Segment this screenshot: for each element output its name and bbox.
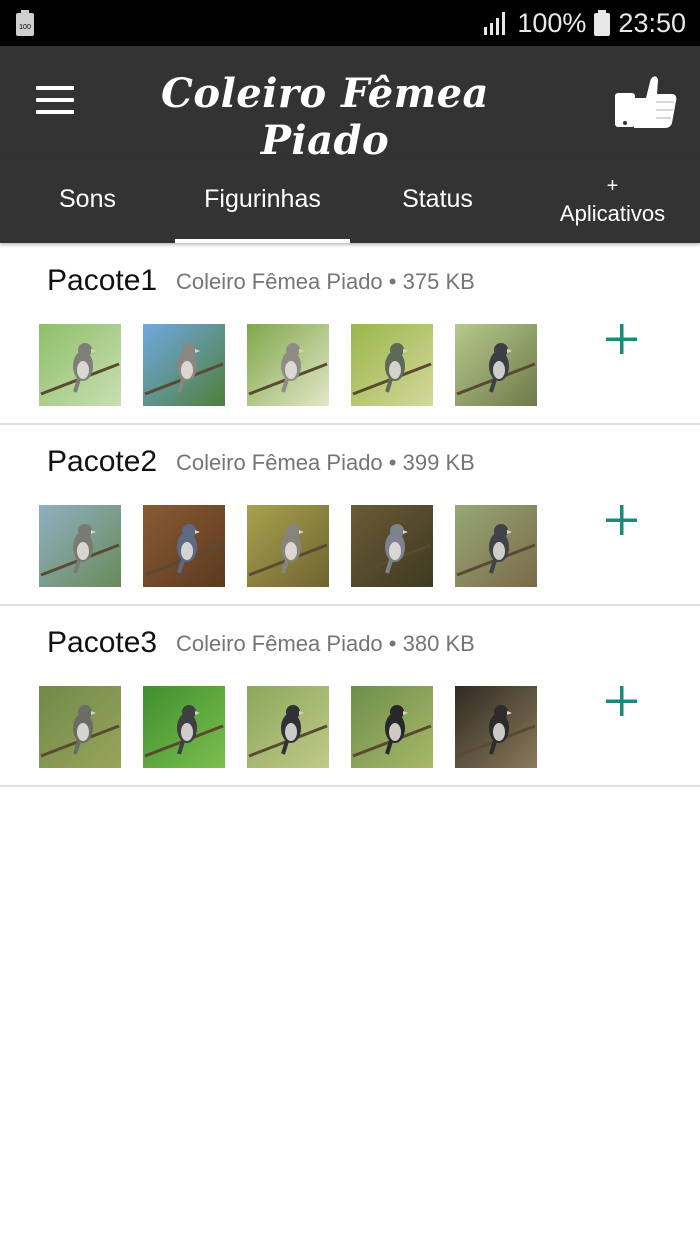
tab-aplicativos[interactable]: + Aplicativos	[525, 156, 700, 243]
bird-image	[455, 324, 537, 406]
app-title: Coleiro Fêmea Piado	[161, 70, 489, 164]
pack-name: Pacote3	[47, 626, 158, 659]
bird-image	[143, 505, 225, 587]
sticker-thumbnail	[351, 686, 433, 768]
sticker-thumbnail	[351, 505, 433, 587]
status-bar: 100 100% 23:50	[0, 0, 700, 46]
svg-text:100: 100	[19, 24, 31, 31]
clock: 23:50	[618, 7, 686, 38]
sticker-thumbnail	[39, 505, 121, 587]
sticker-thumbnail	[455, 686, 537, 768]
pack-size: 380 KB	[402, 631, 475, 656]
hamburger-menu-icon	[36, 86, 74, 90]
pack-meta: Coleiro Fêmea Piado • 380 KB	[176, 631, 475, 657]
plus-icon	[606, 686, 637, 716]
menu-line	[36, 98, 74, 102]
tab-label: Aplicativos	[559, 200, 666, 226]
bird-image	[351, 324, 433, 406]
sticker-thumbnail	[247, 505, 329, 587]
pack-name: Pacote1	[47, 264, 158, 297]
battery-icon	[594, 10, 611, 36]
battery-saver-icon: 100	[16, 10, 34, 36]
tab-label: Status	[402, 185, 473, 213]
tab-bar: Sons Figurinhas Status + Aplicativos	[0, 156, 700, 243]
add-pack-button[interactable]	[600, 318, 644, 362]
sticker-thumbnails	[39, 505, 537, 587]
sticker-thumbnail	[143, 686, 225, 768]
sticker-pack-row[interactable]: Pacote3 Coleiro Fêmea Piado • 380 KB	[0, 606, 700, 787]
sticker-thumbnails	[39, 324, 537, 406]
sticker-pack-row[interactable]: Pacote1 Coleiro Fêmea Piado • 375 KB	[0, 244, 700, 425]
menu-line	[36, 110, 74, 114]
sticker-thumbnail	[39, 686, 121, 768]
plus-icon: +	[606, 174, 619, 197]
signal-icon	[484, 12, 506, 35]
sticker-thumbnail	[247, 686, 329, 768]
sticker-thumbnail	[143, 505, 225, 587]
plus-icon	[606, 324, 637, 354]
sticker-thumbnail	[455, 324, 537, 406]
like-button[interactable]	[612, 68, 678, 134]
pack-size: 399 KB	[402, 450, 475, 475]
bird-image	[39, 686, 121, 768]
pack-size: 375 KB	[402, 269, 475, 294]
plus-icon	[606, 505, 637, 535]
tab-figurinhas[interactable]: Figurinhas	[175, 156, 350, 243]
pack-author: Coleiro Fêmea Piado	[176, 269, 383, 294]
bird-image	[143, 324, 225, 406]
bird-image	[247, 686, 329, 768]
bird-image	[39, 505, 121, 587]
tab-label: Figurinhas	[204, 185, 321, 213]
bird-image	[39, 324, 121, 406]
status-right: 100% 23:50	[483, 6, 686, 40]
tab-sons[interactable]: Sons	[0, 156, 175, 243]
pack-author: Coleiro Fêmea Piado	[176, 631, 383, 656]
bird-image	[351, 686, 433, 768]
sticker-thumbnail	[455, 505, 537, 587]
sticker-thumbnail	[247, 324, 329, 406]
menu-button[interactable]	[36, 86, 74, 116]
bird-image	[455, 686, 537, 768]
pack-meta: Coleiro Fêmea Piado • 375 KB	[176, 269, 475, 295]
pack-author: Coleiro Fêmea Piado	[176, 450, 383, 475]
sticker-pack-list: Pacote1 Coleiro Fêmea Piado • 375 KB Pac…	[0, 244, 700, 787]
bird-image	[455, 505, 537, 587]
sticker-thumbnail	[39, 324, 121, 406]
sticker-thumbnails	[39, 686, 537, 768]
sticker-thumbnail	[143, 324, 225, 406]
meta-separator: •	[388, 450, 397, 475]
add-pack-button[interactable]	[600, 499, 644, 543]
active-tab-indicator	[175, 239, 350, 243]
meta-separator: •	[388, 269, 397, 294]
bird-image	[351, 505, 433, 587]
bird-image	[247, 324, 329, 406]
pack-name: Pacote2	[47, 445, 158, 478]
sticker-pack-row[interactable]: Pacote2 Coleiro Fêmea Piado • 399 KB	[0, 425, 700, 606]
app-bar: Coleiro Fêmea Piado	[0, 46, 700, 164]
battery-percent: 100%	[517, 7, 587, 38]
pack-meta: Coleiro Fêmea Piado • 399 KB	[176, 450, 475, 476]
tab-status[interactable]: Status	[350, 156, 525, 243]
thumbs-up-phone-icon	[613, 76, 677, 129]
tab-label: Sons	[59, 185, 116, 213]
bird-image	[247, 505, 329, 587]
sticker-thumbnail	[351, 324, 433, 406]
bird-image	[143, 686, 225, 768]
add-pack-button[interactable]	[600, 680, 644, 724]
meta-separator: •	[388, 631, 397, 656]
